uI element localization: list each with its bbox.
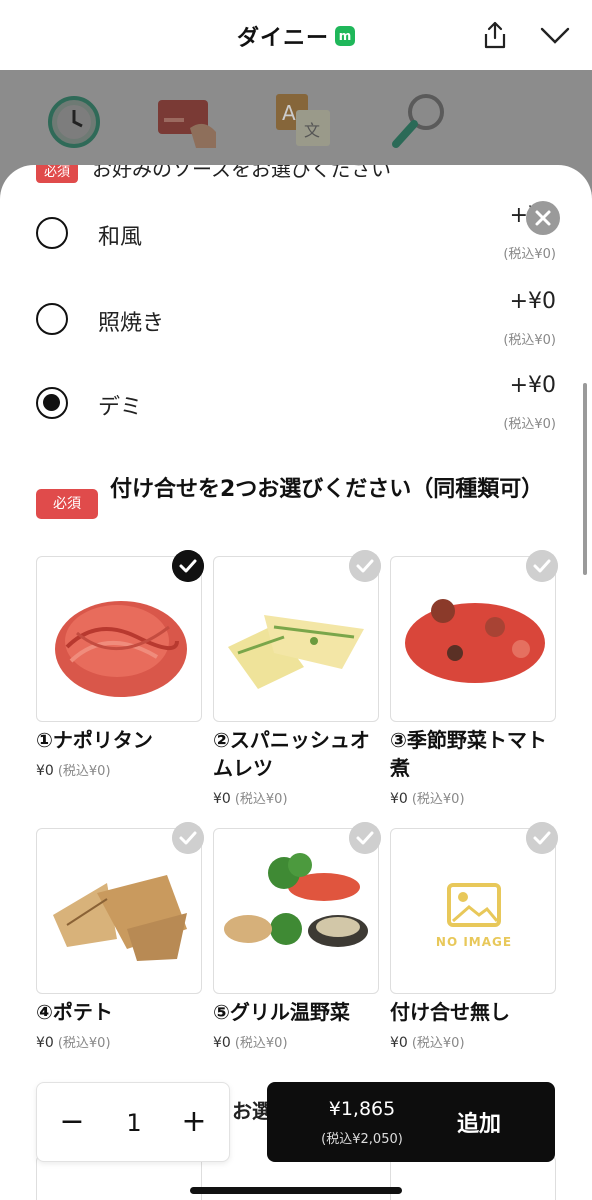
radio-button[interactable]: [36, 303, 68, 335]
radio-button[interactable]: [36, 217, 68, 249]
item-price: ¥0 (税込¥0): [36, 1032, 111, 1051]
item-price-value: ¥0: [36, 1035, 54, 1051]
history-clock-icon: [48, 96, 100, 148]
napolitan-image: [55, 601, 187, 697]
item-name: ①ナポリタン: [36, 728, 153, 752]
side-section-title: 付け合せを2つお選びください（同種類可）: [110, 477, 544, 502]
item-image: [213, 828, 379, 994]
item-price: ¥0 (税込¥0): [213, 788, 288, 807]
unchecked-icon[interactable]: [526, 550, 558, 582]
option-tax: (税込¥0): [503, 417, 556, 432]
option-label: 照焼き: [98, 311, 165, 336]
svg-text:A: A: [282, 101, 296, 125]
unchecked-icon[interactable]: [349, 550, 381, 582]
total-price: ¥1,865: [328, 1098, 396, 1120]
increase-button[interactable]: +: [177, 1103, 211, 1143]
item-price-value: ¥0: [390, 791, 408, 807]
option-tax: (税込¥0): [503, 247, 556, 262]
unchecked-icon[interactable]: [526, 822, 558, 854]
add-to-cart-button[interactable]: ¥1,865 (税込¥2,050) 追加: [267, 1082, 555, 1162]
svg-text:文: 文: [304, 121, 320, 140]
chevron-down-icon[interactable]: [538, 22, 572, 48]
sauce-section-title: お好みのソースをお選びください: [92, 165, 392, 181]
item-image: NO IMAGE: [390, 828, 556, 994]
omelette-image: [228, 615, 364, 689]
radio-button-selected[interactable]: [36, 387, 68, 419]
required-badge: 必須: [36, 165, 79, 183]
unchecked-icon[interactable]: [349, 822, 381, 854]
quantity-value: 1: [126, 1109, 142, 1137]
unchecked-icon[interactable]: [172, 822, 204, 854]
store-title: ダイニー: [236, 26, 329, 51]
potato-image: [53, 875, 187, 961]
tomato-stew-image: [405, 599, 545, 683]
translate-icon: A 文: [276, 94, 330, 146]
total-price-tax: (税込¥2,050): [321, 1132, 403, 1147]
grilled-vegetables-image: [224, 853, 368, 947]
item-price-tax: (税込¥0): [234, 792, 288, 807]
item-price-tax: (税込¥0): [411, 1036, 465, 1051]
item-price-value: ¥0: [390, 1035, 408, 1051]
sauce-option-teriyaki[interactable]: 照焼き +¥0 (税込¥0): [36, 287, 556, 357]
item-price: ¥0 (税込¥0): [213, 1032, 288, 1051]
option-label: 和風: [98, 225, 143, 250]
item-price-value: ¥0: [36, 763, 54, 779]
item-name: 付け合せ無し: [390, 1000, 510, 1024]
payment-card-icon: [158, 100, 216, 148]
required-badge: 必須: [36, 489, 98, 519]
decrease-button[interactable]: −: [57, 1103, 87, 1143]
next-section-title-peek: お選: [232, 1099, 272, 1123]
item-price: ¥0 (税込¥0): [390, 788, 465, 807]
no-image-placeholder-icon: [447, 883, 501, 927]
radio-dot: [43, 394, 60, 411]
item-price-value: ¥0: [213, 1035, 231, 1051]
item-image: [36, 828, 202, 994]
item-price-tax: (税込¥0): [234, 1036, 288, 1051]
item-name: ③季節野菜トマト煮: [390, 728, 547, 780]
item-price-tax: (税込¥0): [57, 764, 111, 779]
home-indicator: [190, 1187, 402, 1194]
option-sheet: 必須お好みのソースをお選びください 和風 +¥0 (税込¥0) 照焼き +¥0 …: [0, 165, 592, 1200]
quantity-stepper: − 1 +: [36, 1082, 230, 1162]
item-price-tax: (税込¥0): [57, 1036, 111, 1051]
item-image: [390, 556, 556, 722]
option-tax: (税込¥0): [503, 333, 556, 348]
add-button-label: 追加: [457, 1112, 502, 1137]
item-price: ¥0 (税込¥0): [36, 760, 111, 779]
sauce-option-demi[interactable]: デミ +¥0 (税込¥0): [36, 371, 556, 441]
sauce-section-title-peek: 必須 お好みのソースをお選びください: [36, 165, 392, 183]
app-header: ダイニー m: [0, 0, 592, 70]
item-name: ④ポテト: [36, 1000, 113, 1024]
option-price: +¥0: [509, 373, 556, 398]
verified-badge-icon: m: [335, 26, 355, 46]
item-price-tax: (税込¥0): [411, 792, 465, 807]
item-price: ¥0 (税込¥0): [390, 1032, 465, 1051]
background-toolbar: A 文: [0, 70, 592, 170]
scrollbar[interactable]: [583, 383, 587, 575]
share-icon[interactable]: [480, 20, 510, 50]
item-image: [36, 556, 202, 722]
search-icon: [392, 94, 444, 148]
no-image-text: NO IMAGE: [435, 935, 513, 949]
close-icon[interactable]: [526, 201, 560, 235]
option-price: +¥0: [509, 289, 556, 314]
item-name: ②スパニッシュオムレツ: [213, 728, 370, 780]
sauce-option-wafu[interactable]: 和風 +¥0 (税込¥0): [36, 201, 556, 271]
item-name: ⑤グリル温野菜: [213, 1000, 350, 1024]
checked-icon[interactable]: [172, 550, 204, 582]
option-label: デミ: [98, 395, 143, 420]
item-price-value: ¥0: [213, 791, 231, 807]
item-image: [213, 556, 379, 722]
